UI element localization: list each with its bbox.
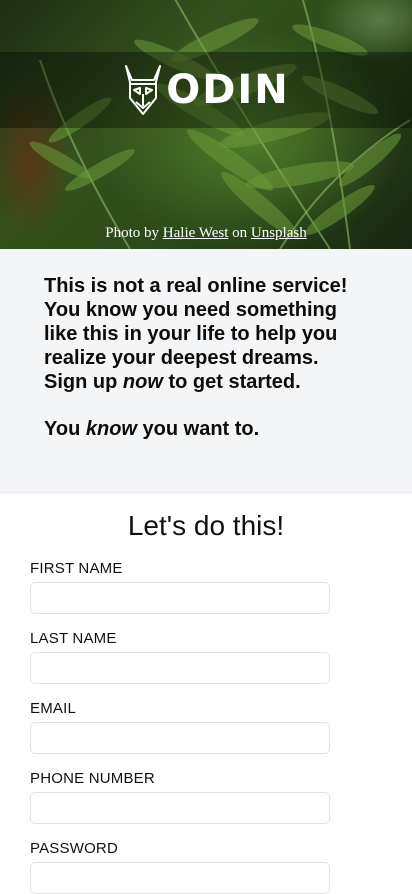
first-name-field-group: FIRST NAME [30,560,330,614]
phone-number-label: PHONE NUMBER [30,770,155,787]
password-label: PASSWORD [30,840,118,857]
pitch-text: This is not a real online service! You k… [44,274,368,394]
pitch-line-1: This is not a real online service! You k… [44,275,348,369]
first-name-label: FIRST NAME [30,560,123,577]
logo-band: ODIN [0,52,412,128]
pitch-section: This is not a real online service! You k… [0,249,412,493]
logo-text: ODIN [166,67,290,113]
photo-credit: Photo by Halie West on Unsplash [0,225,412,242]
first-name-input[interactable] [30,582,330,614]
email-input[interactable] [30,722,330,754]
pitch-line-3-emphasis: know [85,418,137,440]
pitch-line-3-start: You [44,418,81,440]
credit-middle: on [232,225,248,241]
pitch-line-2-end: to get started. [168,371,301,393]
email-field-group: EMAIL [30,700,330,754]
credit-prefix: Photo by [105,225,160,241]
odin-logo: ODIN [122,64,290,116]
last-name-input[interactable] [30,652,330,684]
viking-helmet-icon [125,65,162,115]
last-name-field-group: LAST NAME [30,630,330,684]
photographer-link[interactable]: Halie West [163,225,229,241]
password-field-group: PASSWORD [30,840,330,894]
phone-number-field-group: PHONE NUMBER [30,770,330,824]
phone-number-input[interactable] [30,792,330,824]
hero-image: ODIN Photo by Halie West on Unsplash [0,0,412,249]
pitch-tagline: You know you want to. [44,417,368,441]
pitch-line-3-end: you want to. [142,418,260,440]
pitch-line-2-start: Sign up [44,371,118,393]
last-name-label: LAST NAME [30,630,117,647]
form-title: Let's do this! [127,510,285,541]
unsplash-link[interactable]: Unsplash [251,225,307,241]
password-input[interactable] [30,862,330,894]
email-label: EMAIL [30,700,77,717]
pitch-line-2-emphasis: now [122,371,163,393]
